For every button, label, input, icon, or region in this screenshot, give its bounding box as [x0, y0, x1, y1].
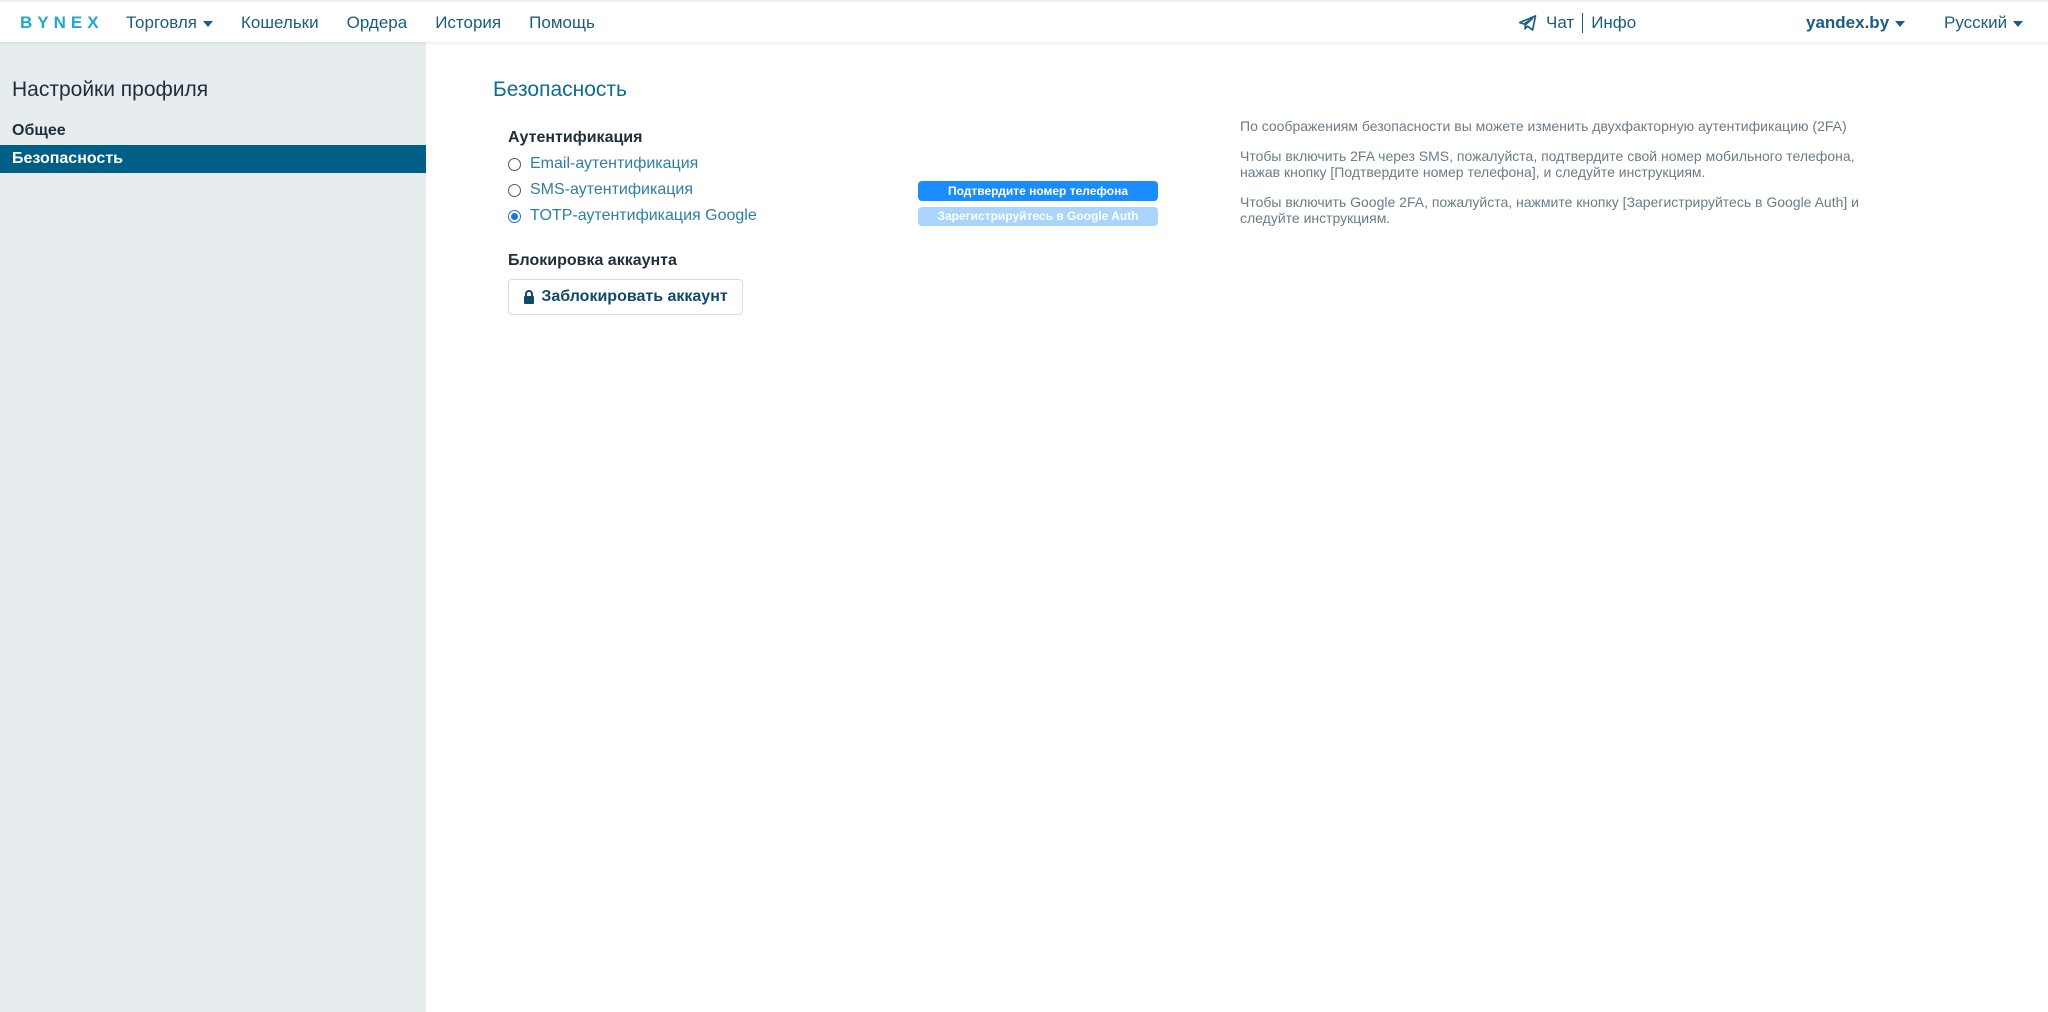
- chat-link[interactable]: Чат: [1546, 13, 1574, 33]
- divider: [1582, 13, 1584, 33]
- security-help-text: По соображениям безопасности вы можете и…: [1240, 118, 1890, 240]
- sidebar-item-general[interactable]: Общее: [0, 117, 426, 145]
- lock-icon: [524, 290, 535, 304]
- nav-wallets[interactable]: Кошельки: [241, 2, 319, 44]
- nav-help[interactable]: Помощь: [529, 2, 595, 44]
- lock-account-button[interactable]: Заблокировать аккаунт: [508, 279, 743, 315]
- account-lock-title: Блокировка аккаунта: [508, 252, 677, 269]
- caret-down-icon: [2013, 21, 2024, 27]
- page-title: Безопасность: [493, 78, 627, 101]
- telegram-icon[interactable]: [1518, 13, 1538, 33]
- radio-label: TOTP-аутентификация Google: [530, 207, 757, 224]
- radio-button-checked[interactable]: [508, 209, 521, 223]
- nav-history-label: История: [435, 13, 502, 32]
- main-nav: Торговля Кошельки Ордера История Помощь: [126, 2, 623, 44]
- info-link[interactable]: Инфо: [1591, 13, 1636, 33]
- radio-email-auth[interactable]: Email-аутентификация: [508, 155, 698, 173]
- bynex-logo[interactable]: BYNEX: [20, 13, 104, 33]
- profile-settings-sidebar: Настройки профиля Общее Безопасность: [0, 42, 426, 1012]
- user-menu[interactable]: yandex.by: [1806, 2, 1906, 44]
- nav-trading[interactable]: Торговля: [126, 2, 214, 44]
- user-name: yandex.by: [1806, 13, 1890, 32]
- nav-wallets-label: Кошельки: [241, 13, 319, 32]
- top-navigation-bar: BYNEX Торговля Кошельки Ордера История П…: [0, 0, 2048, 42]
- nav-history[interactable]: История: [435, 2, 501, 44]
- nav-orders[interactable]: Ордера: [347, 2, 408, 44]
- language-label: Русский: [1944, 13, 2008, 32]
- lock-account-label: Заблокировать аккаунт: [541, 288, 728, 305]
- nav-trading-label: Торговля: [126, 13, 198, 32]
- auth-section-title: Аутентификация: [508, 129, 643, 146]
- caret-down-icon: [203, 21, 214, 27]
- sidebar-title: Настройки профиля: [12, 78, 209, 101]
- sidebar-item-security[interactable]: Безопасность: [0, 145, 426, 173]
- radio-label: SMS-аутентификация: [530, 181, 693, 198]
- language-menu[interactable]: Русский: [1944, 2, 2024, 44]
- radio-label: Email-аутентификация: [530, 155, 699, 172]
- confirm-phone-button[interactable]: Подтвердите номер телефона: [918, 181, 1158, 201]
- register-google-auth-button[interactable]: Зарегистрируйтесь в Google Auth: [918, 207, 1158, 226]
- help-paragraph: Чтобы включить 2FA через SMS, пожалуйста…: [1240, 148, 1855, 180]
- chat-info-group: Чат Инфо: [1518, 2, 1636, 44]
- radio-button[interactable]: [508, 183, 521, 197]
- radio-totp-google-auth[interactable]: TOTP-аутентификация Google: [508, 207, 757, 225]
- help-paragraph: По соображениям безопасности вы можете и…: [1240, 118, 1847, 134]
- main-content: Безопасность Аутентификация Email-аутент…: [426, 42, 2048, 1012]
- radio-sms-auth[interactable]: SMS-аутентификация: [508, 181, 693, 199]
- caret-down-icon: [1895, 21, 1906, 27]
- radio-button[interactable]: [508, 157, 521, 171]
- nav-help-label: Помощь: [529, 13, 595, 32]
- help-paragraph: Чтобы включить Google 2FA, пожалуйста, н…: [1240, 194, 1859, 226]
- nav-orders-label: Ордера: [346, 13, 408, 32]
